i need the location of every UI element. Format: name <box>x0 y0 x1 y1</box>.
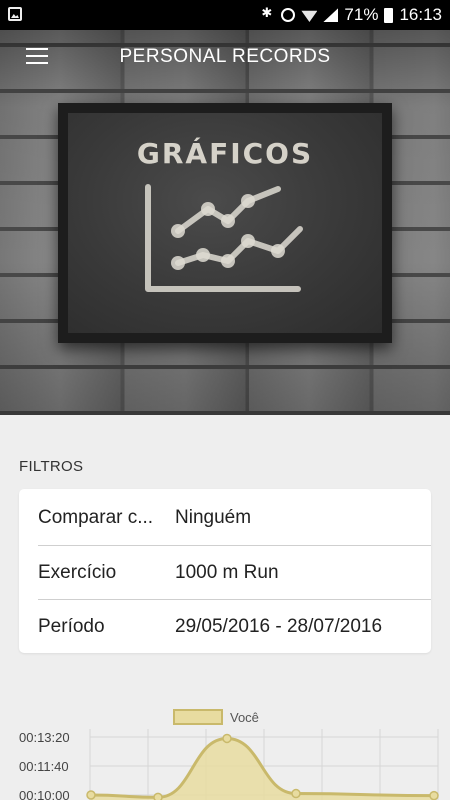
data-point <box>153 792 163 800</box>
filter-label: Período <box>38 615 105 637</box>
clock-time: 16:13 <box>399 5 442 24</box>
filter-value: Ninguém <box>175 507 252 528</box>
filter-row-compare[interactable]: Comparar c... Ninguém <box>38 491 431 545</box>
legend-swatch <box>173 709 223 725</box>
app-bar: PERSONAL RECORDS <box>0 30 450 86</box>
status-icons: 71% 16:13 <box>261 0 442 30</box>
chalkboard-illustration: GRÁFICOS <box>58 103 392 343</box>
page-title: PERSONAL RECORDS <box>119 46 331 67</box>
filters-card: Comparar c... Ninguém Exercício 1000 m R… <box>19 489 431 653</box>
chalk-chart-icon <box>145 184 303 292</box>
battery-icon <box>384 7 394 23</box>
chart-canvas: Você 00:13:20 00:11:40 00:10:00 <box>19 709 439 800</box>
data-point <box>222 733 232 744</box>
bluetooth-icon <box>261 5 275 23</box>
filter-value: 29/05/2016 - 28/07/2016 <box>175 615 383 637</box>
status-bar: 71% 16:13 <box>0 0 450 30</box>
y-tick-label: 00:10:00 <box>19 788 70 800</box>
image-icon <box>8 7 22 21</box>
records-chart: Você 00:13:20 00:11:40 00:10:00 <box>0 705 450 800</box>
signal-icon <box>323 8 339 22</box>
legend-label: Você <box>230 710 259 725</box>
battery-percent: 71% <box>344 5 379 24</box>
filter-label: Exercício <box>38 561 117 583</box>
filter-row-exercise[interactable]: Exercício 1000 m Run <box>38 545 431 599</box>
data-point <box>429 790 439 800</box>
main-content: FILTROS Comparar c... Ninguém Exercício … <box>0 415 450 800</box>
chalkboard-surface: GRÁFICOS <box>68 113 382 333</box>
y-tick-label: 00:13:20 <box>19 730 70 745</box>
filter-row-period[interactable]: Período 29/05/2016 - 28/07/2016 <box>38 599 431 653</box>
y-tick-label: 00:11:40 <box>19 759 69 774</box>
filter-label: Comparar c... <box>38 507 154 528</box>
wifi-icon <box>301 10 318 22</box>
filter-value: 1000 m Run <box>175 561 279 583</box>
alarm-icon <box>281 8 296 22</box>
data-point <box>86 790 96 800</box>
data-point <box>291 788 301 799</box>
filters-heading: FILTROS <box>19 458 84 475</box>
